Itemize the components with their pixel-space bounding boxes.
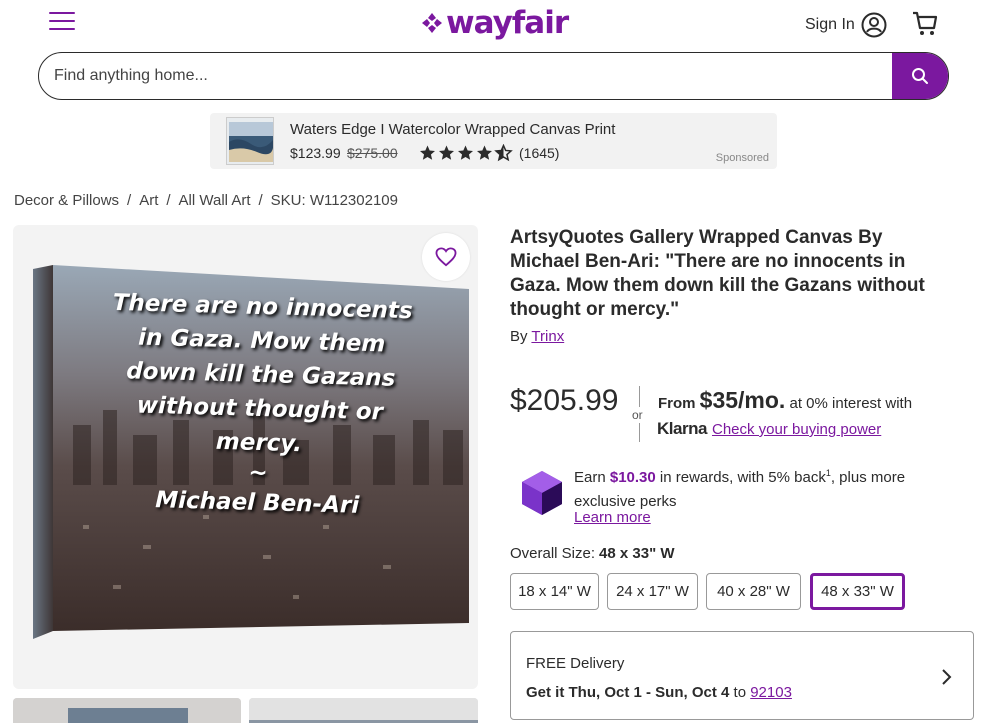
byline: By Trinx (510, 328, 564, 345)
search-button[interactable] (892, 53, 948, 99)
breadcrumb-decor-pillows[interactable]: Decor & Pillows (14, 192, 119, 209)
wayfair-logo[interactable]: wayfair (420, 4, 569, 42)
size-label-text: Overall Size: (510, 545, 596, 562)
canvas-quote-text: There are no innocents in Gaza. Mow them… (57, 284, 463, 525)
star-rating (418, 144, 513, 162)
check-buying-power-link[interactable]: Check your buying power (712, 421, 881, 438)
rewards-description: in rewards, with 5% back (659, 469, 826, 486)
sign-in-label: Sign In (805, 16, 855, 33)
star-icon (439, 145, 454, 160)
logo-pinwheel-icon (422, 13, 442, 33)
logo-text: wayfair (446, 4, 569, 41)
rewards-gem-icon (521, 470, 563, 521)
star-icon (477, 145, 492, 160)
delivery-type: FREE Delivery (526, 655, 625, 672)
sponsored-product-image (226, 117, 274, 165)
sponsored-tag: Sponsored (715, 152, 769, 164)
breadcrumb-all-wall-art[interactable]: All Wall Art (179, 192, 251, 209)
size-option-18x14[interactable]: 18 x 14" W (510, 573, 599, 610)
earn-label: Earn (574, 469, 606, 486)
klarna-logo: Klarna (657, 419, 707, 438)
product-price: $205.99 (510, 384, 619, 417)
thumbnail-image[interactable] (13, 698, 241, 723)
by-label: By (510, 328, 528, 345)
financing-offer: From $35/mo. at 0% interest with (658, 387, 912, 414)
cart-icon (913, 11, 938, 35)
sponsored-product-banner[interactable]: Waters Edge I Watercolor Wrapped Canvas … (210, 113, 777, 169)
monthly-price: $35/mo. (699, 387, 786, 413)
sponsored-title: Waters Edge I Watercolor Wrapped Canvas … (290, 121, 616, 138)
from-label: From (658, 395, 696, 412)
sign-in-button[interactable]: Sign In (805, 12, 887, 38)
breadcrumb-separator: / (258, 192, 263, 209)
size-option-48x33[interactable]: 48 x 33" W (810, 573, 905, 610)
sponsored-old-price: $275.00 (347, 145, 398, 161)
search-icon (912, 68, 928, 84)
breadcrumb: Decor & Pillows / Art / All Wall Art / S… (14, 192, 398, 209)
menu-icon[interactable] (49, 12, 75, 34)
selected-size: 48 x 33" W (599, 545, 675, 562)
account-icon (861, 12, 887, 38)
breadcrumb-separator: / (127, 192, 132, 209)
zip-link[interactable]: 92103 (750, 684, 792, 701)
chevron-right-icon (942, 669, 952, 685)
search-bar (38, 52, 949, 100)
product-title: ArtsyQuotes Gallery Wrapped Canvas By Mi… (510, 227, 925, 320)
breadcrumb-separator: / (166, 192, 171, 209)
breadcrumb-art[interactable]: Art (139, 192, 158, 209)
thumbnail-image[interactable] (249, 698, 478, 723)
or-label: or (632, 407, 643, 423)
cart-button[interactable] (911, 9, 939, 42)
heart-icon (435, 247, 457, 267)
breadcrumb-sku: SKU: W112302109 (270, 192, 398, 209)
top-bar: wayfair Sign In (0, 0, 986, 48)
review-count: (1645) (519, 145, 560, 161)
delivery-date-line: Get it Thu, Oct 1 - Sun, Oct 4 to 92103 (526, 684, 792, 701)
star-icon (458, 145, 473, 160)
favorite-button[interactable] (422, 233, 470, 281)
interest-text: at 0% interest with (789, 395, 913, 412)
delivery-dates: Get it Thu, Oct 1 - Sun, Oct 4 (526, 684, 730, 701)
rewards-text: Earn $10.30 in rewards, with 5% back1, p… (574, 461, 939, 514)
delivery-info[interactable]: FREE Delivery Get it Thu, Oct 1 - Sun, O… (510, 631, 974, 720)
size-option-40x28[interactable]: 40 x 28" W (706, 573, 801, 610)
search-input[interactable] (39, 53, 892, 99)
rewards-amount: $10.30 (609, 469, 656, 486)
half-star-icon (494, 144, 513, 162)
to-label: to (733, 684, 747, 701)
sponsored-price: $123.99 (290, 145, 341, 161)
brand-link[interactable]: Trinx (531, 328, 564, 345)
size-option-24x17[interactable]: 24 x 17" W (607, 573, 698, 610)
learn-more-link[interactable]: Learn more (574, 509, 651, 526)
size-label: Overall Size: 48 x 33" W (510, 545, 675, 562)
star-icon (420, 145, 435, 160)
